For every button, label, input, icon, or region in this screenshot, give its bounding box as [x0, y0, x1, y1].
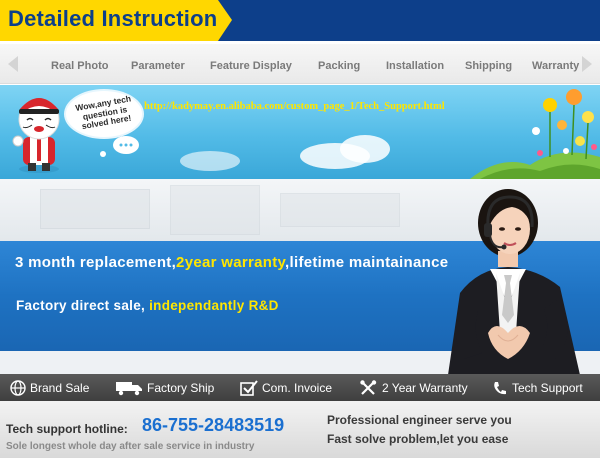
promo-replacement-text: 3 month replacement,: [15, 254, 177, 271]
service-note: Sole longest whole day after sale servic…: [6, 441, 255, 452]
feature-label: Tech Support: [512, 380, 583, 395]
promo-warranty-highlight: 2year warranty: [176, 254, 286, 271]
hotline-footer: Tech support hotline: 86-755-28483519 So…: [0, 401, 600, 458]
promo-factory-text: Factory direct sale, independantly R&D: [16, 298, 279, 313]
feature-label: Com. Invoice: [262, 380, 333, 395]
tools-icon: [360, 379, 377, 395]
globe-icon: [10, 379, 26, 396]
tab-packing[interactable]: Packing: [318, 60, 360, 72]
tab-warranty[interactable]: Warranty: [532, 60, 579, 72]
promo-factory-sale-text: Factory direct sale,: [16, 298, 150, 313]
promo-maintenance-text: ,lifetime maintainance: [285, 254, 449, 271]
flower-decoration-icon: [470, 89, 600, 179]
chat-bubble-icon: [113, 136, 139, 154]
cloud-decoration: [340, 135, 390, 163]
feature-com-invoice: Com. Invoice: [240, 374, 332, 401]
feature-tech-support: Tech Support: [492, 374, 583, 401]
tab-shipping[interactable]: Shipping: [465, 60, 512, 72]
page-title: Detailed Instruction: [8, 6, 218, 31]
feature-brand-sale: Brand Sale: [10, 374, 89, 401]
bubble-dot: [100, 151, 106, 157]
section-nav: Real Photo Parameter Feature Display Pac…: [0, 44, 600, 84]
feature-label: Factory Ship: [147, 380, 215, 395]
tech-support-banner: Wow,any tech question is solved here! ht…: [0, 85, 600, 179]
mascot-icon: [12, 98, 60, 173]
nav-right-arrow-icon[interactable]: [582, 56, 592, 72]
support-url-link[interactable]: http://kadymay.en.alibaba.com/custom_pag…: [144, 101, 445, 112]
engineer-note: Professional engineer serve you: [327, 413, 512, 427]
feature-factory-ship: Factory Ship: [115, 374, 214, 401]
office-panel: [170, 185, 260, 235]
tab-real-photo[interactable]: Real Photo: [51, 60, 108, 72]
feature-label: Brand Sale: [30, 380, 90, 395]
office-panel: [40, 189, 150, 229]
tab-feature-display[interactable]: Feature Display: [210, 60, 292, 72]
promo-rnd-highlight: independantly R&D: [149, 298, 279, 313]
office-panel: [280, 193, 400, 227]
header-banner: Detailed Instruction: [0, 0, 600, 41]
checkbox-icon: [240, 379, 258, 396]
feature-2-year-warranty: 2 Year Warranty: [360, 374, 468, 401]
hotline-number[interactable]: 86-755-28483519: [142, 415, 284, 436]
nav-left-arrow-icon[interactable]: [8, 56, 18, 72]
tab-parameter[interactable]: Parameter: [131, 60, 185, 72]
hotline-label: Tech support hotline:: [6, 422, 128, 436]
truck-icon: [116, 381, 142, 395]
support-agent-image: [448, 189, 580, 375]
features-bar: Brand Sale Factory Ship Com. Invoice 2 Y…: [0, 374, 600, 401]
cloud-decoration: [180, 151, 240, 171]
promo-warranty-text: 3 month replacement,2year warranty,lifet…: [15, 254, 448, 271]
solve-note: Fast solve problem,let you ease: [327, 432, 509, 446]
tab-installation[interactable]: Installation: [386, 60, 444, 72]
phone-icon: [494, 381, 506, 394]
feature-label: 2 Year Warranty: [382, 380, 468, 395]
